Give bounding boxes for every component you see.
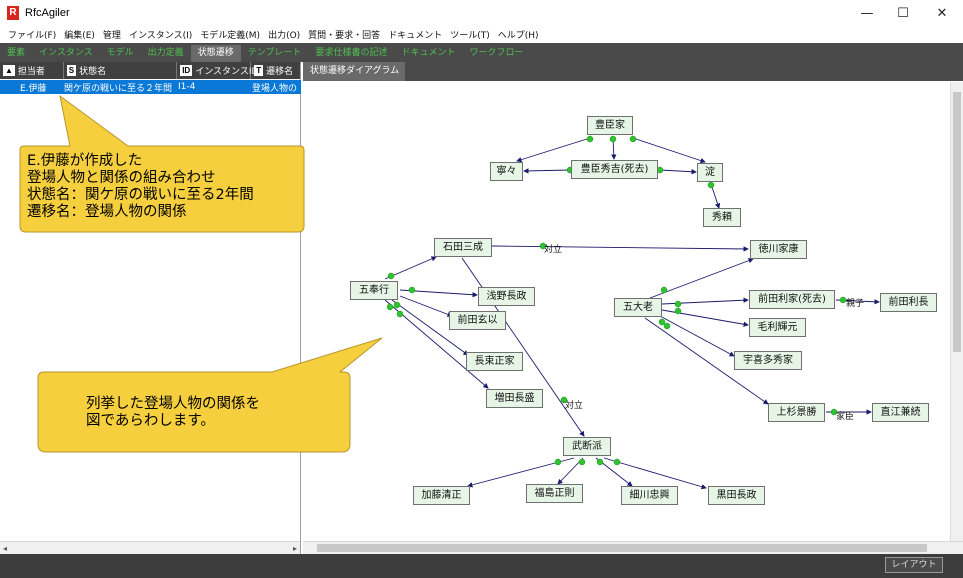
layout-button[interactable]: レイアウト bbox=[885, 557, 943, 573]
callout-bottom-text: 列挙した登場人物の関係を 図であらわします。 bbox=[86, 396, 260, 429]
status-bar: レイアウト bbox=[0, 554, 963, 578]
callout-bottom-bubble bbox=[37, 337, 383, 453]
callout-shapes bbox=[19, 94, 383, 453]
callout-top-text: E.伊藤が作成した 登場人物と関係の組み合わせ 状態名：関ケ原の戦いに至る2年間… bbox=[27, 153, 254, 220]
